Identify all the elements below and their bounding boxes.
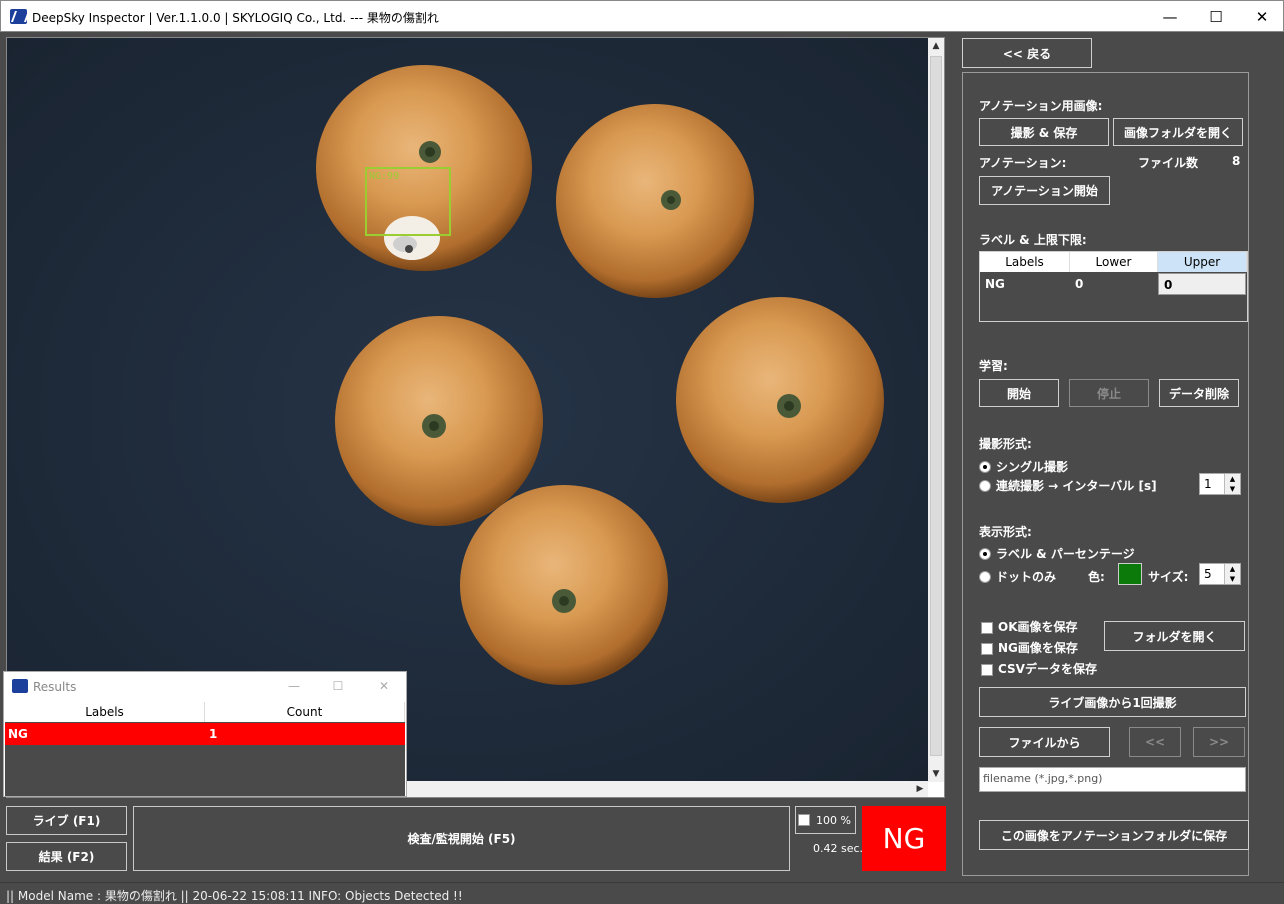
zoom-toggle[interactable]: 100 % [795, 806, 856, 834]
result-label: NG [8, 727, 28, 741]
spin-down-icon[interactable]: ▼ [1225, 574, 1240, 584]
annotation-images-heading: アノテーション用画像: [979, 99, 1103, 113]
open-image-folder-button[interactable]: 画像フォルダを開く [1113, 118, 1243, 146]
learning-heading: 学習: [979, 359, 1008, 373]
zoom-checkbox[interactable] [798, 814, 810, 826]
save-ng-option[interactable]: NG画像を保存 [981, 639, 1078, 656]
dots-only-label: ドットのみ [996, 570, 1057, 584]
from-file-button[interactable]: ファイルから [979, 727, 1110, 757]
annotation-heading: アノテーション: [979, 156, 1067, 170]
vertical-scrollbar[interactable]: ▲ ▼ [928, 38, 944, 782]
capture-once-button[interactable]: ライブ画像から1回撮影 [979, 687, 1246, 717]
prev-image-button[interactable]: << [1129, 727, 1181, 757]
fruit [676, 297, 884, 503]
continuous-capture-option[interactable]: 連続撮影 → インターバル [s] [979, 477, 1157, 494]
column-header-lower: Lower [1070, 252, 1158, 272]
filename-field[interactable]: filename (*.jpg,*.png) [979, 767, 1246, 792]
table-cell-label[interactable]: NG [980, 273, 1070, 295]
spin-up-icon[interactable]: ▲ [1225, 474, 1240, 484]
size-spinner[interactable]: 5 ▲ ▼ [1199, 563, 1241, 585]
close-icon[interactable]: ✕ [370, 676, 398, 696]
file-count-value: 8 [1232, 154, 1241, 168]
maximize-icon[interactable]: ☐ [324, 676, 352, 696]
size-value: 5 [1204, 567, 1212, 581]
learn-stop-button[interactable]: 停止 [1069, 379, 1149, 407]
save-ok-option[interactable]: OK画像を保存 [981, 618, 1078, 635]
column-header-labels: Labels [5, 702, 205, 722]
column-header-upper: Upper [1158, 252, 1247, 272]
app-logo-icon [10, 9, 27, 24]
dots-only-option[interactable]: ドットのみ [979, 568, 1056, 585]
dots-only-radio[interactable] [979, 571, 991, 583]
app-logo-icon [12, 679, 28, 693]
verdict-indicator: NG [862, 806, 946, 871]
save-to-annotation-button[interactable]: この画像をアノテーションフォルダに保存 [979, 820, 1249, 850]
table-cell-upper[interactable]: 0 [1158, 273, 1246, 295]
zoom-label: 100 % [816, 813, 851, 827]
save-csv-label: CSVデータを保存 [998, 662, 1097, 676]
column-header-labels: Labels [980, 252, 1070, 272]
save-ok-label: OK画像を保存 [998, 620, 1078, 634]
maximize-button[interactable]: ☐ [1193, 1, 1239, 32]
results-window: Results — ☐ ✕ Labels Count NG 1 [3, 671, 407, 797]
learn-start-button[interactable]: 開始 [979, 379, 1059, 407]
results-title: Results [33, 680, 77, 694]
label-limits-table[interactable]: Labels Lower Upper NG 0 0 [979, 251, 1248, 322]
dot-color-swatch[interactable] [1118, 563, 1142, 585]
capture-mode-heading: 撮影形式: [979, 437, 1032, 451]
result-button[interactable]: 結果 (F2) [6, 842, 127, 871]
continuous-capture-label: 連続撮影 → インターバル [s] [996, 479, 1157, 493]
elapsed-time: 0.42 sec. [813, 842, 864, 855]
close-button[interactable]: ✕ [1239, 1, 1284, 32]
save-csv-option[interactable]: CSVデータを保存 [981, 660, 1097, 677]
label-percentage-label: ラベル & パーセンテージ [996, 547, 1135, 561]
fruit [460, 485, 668, 685]
save-ng-checkbox[interactable] [981, 642, 993, 655]
window-title: DeepSky Inspector | Ver.1.1.0.0 | SKYLOG… [32, 11, 439, 25]
delete-data-button[interactable]: データ削除 [1159, 379, 1239, 407]
label-percentage-option[interactable]: ラベル & パーセンテージ [979, 545, 1135, 562]
table-row[interactable]: NG 1 [5, 723, 405, 745]
inspect-start-button[interactable]: 検査/監視開始 (F5) [133, 806, 790, 871]
fruit [335, 316, 543, 526]
capture-save-button[interactable]: 撮影 & 保存 [979, 118, 1109, 146]
results-table[interactable]: Labels Count NG 1 [5, 702, 405, 796]
spin-up-icon[interactable]: ▲ [1225, 564, 1240, 574]
live-button[interactable]: ライブ (F1) [6, 806, 127, 835]
scroll-up-arrow-icon[interactable]: ▲ [928, 38, 944, 54]
spin-down-icon[interactable]: ▼ [1225, 484, 1240, 494]
back-button[interactable]: << 戻る [962, 38, 1092, 68]
result-count: 1 [209, 727, 218, 741]
save-ok-checkbox[interactable] [981, 621, 993, 634]
column-header-count: Count [205, 702, 405, 722]
status-bar: || Model Name : 果物の傷割れ || 20-06-22 15:08… [0, 882, 1284, 904]
interval-value: 1 [1204, 477, 1212, 491]
table-cell-lower[interactable]: 0 [1070, 273, 1158, 295]
next-image-button[interactable]: >> [1193, 727, 1245, 757]
scroll-right-arrow-icon[interactable]: ▶ [912, 781, 928, 797]
scroll-down-arrow-icon[interactable]: ▼ [928, 766, 944, 782]
detection-label: NG:99 [369, 171, 399, 182]
single-capture-label: シングル撮影 [996, 460, 1069, 474]
title-bar: DeepSky Inspector | Ver.1.1.0.0 | SKYLOG… [0, 0, 1284, 32]
label-limits-heading: ラベル & 上限下限: [979, 233, 1087, 247]
label-percentage-radio[interactable] [979, 548, 991, 560]
scroll-thumb[interactable] [930, 56, 942, 756]
single-capture-option[interactable]: シングル撮影 [979, 458, 1068, 475]
start-annotation-button[interactable]: アノテーション開始 [979, 176, 1110, 205]
single-capture-radio[interactable] [979, 461, 991, 473]
color-label: 色: [1088, 570, 1105, 584]
interval-spinner[interactable]: 1 ▲ ▼ [1199, 473, 1241, 495]
damaged-spot [384, 216, 440, 260]
save-ng-label: NG画像を保存 [998, 641, 1078, 655]
fruit [556, 104, 754, 298]
open-folder-button[interactable]: フォルダを開く [1104, 621, 1245, 651]
file-count-label: ファイル数 [1138, 156, 1199, 170]
minimize-button[interactable]: — [1147, 1, 1193, 32]
minimize-icon[interactable]: — [280, 676, 308, 696]
continuous-capture-radio[interactable] [979, 480, 991, 492]
save-csv-checkbox[interactable] [981, 663, 993, 676]
size-label: サイズ: [1148, 570, 1189, 584]
display-mode-heading: 表示形式: [979, 525, 1032, 539]
